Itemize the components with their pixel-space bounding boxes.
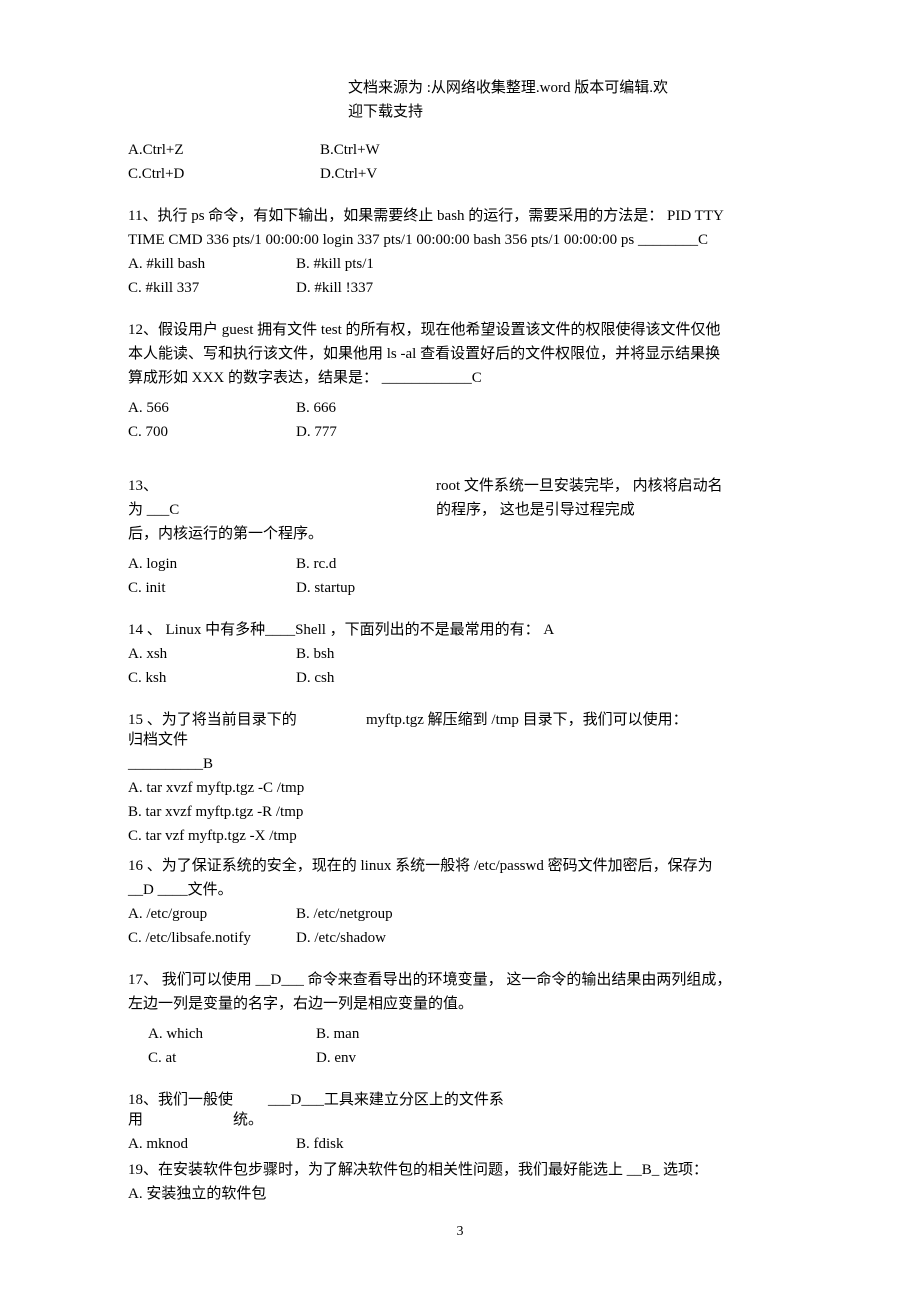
- q16-optC: C. /etc/libsafe.notify: [128, 926, 296, 950]
- q11-line2: TIME CMD 336 pts/1 00:00:00 login 337 pt…: [128, 228, 792, 252]
- q16-optD: D. /etc/shadow: [296, 926, 386, 950]
- q14: 14 、 Linux 中有多种____Shell ，下面列出的不是最常用的有： …: [128, 618, 792, 690]
- q15-line1b: myftp.tgz 解压缩到 /tmp 目录下，我们可以使用：: [366, 708, 688, 732]
- q11: 11、执行 ps 命令，有如下输出，如果需要终止 bash 的运行，需要采用的方…: [128, 204, 792, 300]
- q12-optA: A. 566: [128, 396, 296, 420]
- q10-optB: B.Ctrl+W: [320, 138, 380, 162]
- q13-line2b: 的程序， 这也是引导过程完成: [436, 498, 635, 522]
- q15-optC: C. tar vzf myftp.tgz -X /tmp: [128, 824, 792, 848]
- q17-optB: B. man: [316, 1022, 359, 1046]
- q14-optD: D. csh: [296, 666, 334, 690]
- page-number: 3: [0, 1221, 920, 1243]
- q18-optB: B. fdisk: [296, 1132, 344, 1156]
- q13-line3: 后，内核运行的第一个程序。: [128, 522, 792, 546]
- q17-optA: A. which: [148, 1022, 316, 1046]
- q13: 13、 root 文件系统一旦安装完毕， 内核将启动名 为 ___C 的程序， …: [128, 474, 792, 600]
- q16: 16 、为了保证系统的安全，现在的 linux 系统一般将 /etc/passw…: [128, 854, 792, 950]
- q17-line2: 左边一列是变量的名字，右边一列是相应变量的值。: [128, 992, 792, 1016]
- q19-optA: A. 安装独立的软件包: [128, 1182, 792, 1206]
- q15-optB: B. tar xvzf myftp.tgz -R /tmp: [128, 800, 792, 824]
- q16-line2: __D ____文件。: [128, 878, 792, 902]
- q12-optC: C. 700: [128, 420, 296, 444]
- q11-optA: A. #kill bash: [128, 252, 296, 276]
- q13-optA: A. login: [128, 552, 296, 576]
- header-line2: 迎下载支持: [348, 100, 748, 124]
- q18-line1b: ___D___工具来建立分区上的文件系: [268, 1088, 504, 1112]
- header-line1: 文档来源为 :从网络收集整理.word 版本可编辑.欢: [348, 76, 748, 100]
- q16-optA: A. /etc/group: [128, 902, 296, 926]
- q10-optD: D.Ctrl+V: [320, 162, 377, 186]
- q18: 18、我们一般使 ___D___工具来建立分区上的文件系 用 统。 A. mkn…: [128, 1088, 792, 1156]
- q11-optD: D. #kill !337: [296, 276, 373, 300]
- q13-optB: B. rc.d: [296, 552, 336, 576]
- q13-optD: D. startup: [296, 576, 355, 600]
- q15-line3: __________B: [128, 752, 792, 776]
- q13-line1a: 13、: [128, 474, 436, 498]
- q12-line1: 12、假设用户 guest 拥有文件 test 的所有权，现在他希望设置该文件的…: [128, 318, 792, 342]
- q10-options: A.Ctrl+Z B.Ctrl+W C.Ctrl+D D.Ctrl+V: [128, 138, 792, 186]
- q16-line1: 16 、为了保证系统的安全，现在的 linux 系统一般将 /etc/passw…: [128, 854, 792, 878]
- q12-line2: 本人能读、写和执行该文件，如果他用 ls -al 查看设置好后的文件权限位，并将…: [128, 342, 792, 366]
- page: 文档来源为 :从网络收集整理.word 版本可编辑.欢 迎下载支持 A.Ctrl…: [0, 0, 920, 1303]
- q17-line1: 17、 我们可以使用 __D___ 命令来查看导出的环境变量， 这一命令的输出结…: [128, 968, 792, 992]
- q12-optD: D. 777: [296, 420, 337, 444]
- q18-line2a: 用: [128, 1108, 233, 1132]
- q10-optA: A.Ctrl+Z: [128, 138, 320, 162]
- q17-optC: C. at: [148, 1046, 316, 1070]
- q11-optB: B. #kill pts/1: [296, 252, 374, 276]
- q12-optB: B. 666: [296, 396, 336, 420]
- q14-optA: A. xsh: [128, 642, 296, 666]
- q11-line1: 11、执行 ps 命令，有如下输出，如果需要终止 bash 的运行，需要采用的方…: [128, 204, 792, 228]
- q13-line1b: root 文件系统一旦安装完毕， 内核将启动名: [436, 474, 723, 498]
- q17: 17、 我们可以使用 __D___ 命令来查看导出的环境变量， 这一命令的输出结…: [128, 968, 792, 1070]
- q15-optA: A. tar xvzf myftp.tgz -C /tmp: [128, 776, 792, 800]
- header: 文档来源为 :从网络收集整理.word 版本可编辑.欢 迎下载支持: [348, 76, 748, 124]
- q13-optC: C. init: [128, 576, 296, 600]
- q17-optD: D. env: [316, 1046, 356, 1070]
- q13-line2a: 为 ___C: [128, 498, 436, 522]
- q15: 15 、为了将当前目录下的 myftp.tgz 解压缩到 /tmp 目录下，我们…: [128, 708, 792, 848]
- q14-line1: 14 、 Linux 中有多种____Shell ，下面列出的不是最常用的有： …: [128, 618, 792, 642]
- q18-line2b: 统。: [233, 1108, 263, 1132]
- q18-optA: A. mknod: [128, 1132, 296, 1156]
- q14-optC: C. ksh: [128, 666, 296, 690]
- q16-optB: B. /etc/netgroup: [296, 902, 393, 926]
- q12: 12、假设用户 guest 拥有文件 test 的所有权，现在他希望设置该文件的…: [128, 318, 792, 444]
- q11-optC: C. #kill 337: [128, 276, 296, 300]
- q10-optC: C.Ctrl+D: [128, 162, 320, 186]
- q19: 19、在安装软件包步骤时，为了解决软件包的相关性问题，我们最好能选上 __B_ …: [128, 1158, 792, 1206]
- q12-line3: 算成形如 XXX 的数字表达，结果是： ____________C: [128, 366, 792, 390]
- q19-line1: 19、在安装软件包步骤时，为了解决软件包的相关性问题，我们最好能选上 __B_ …: [128, 1158, 792, 1182]
- q14-optB: B. bsh: [296, 642, 334, 666]
